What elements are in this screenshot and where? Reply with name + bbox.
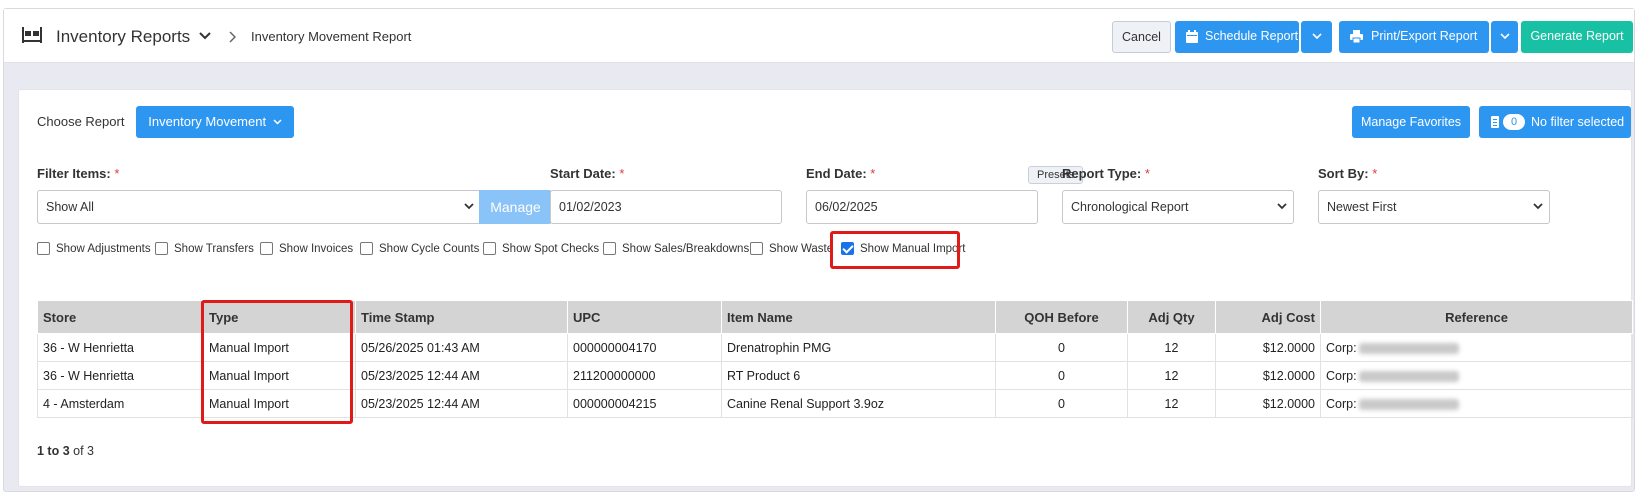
print-export-label: Print/Export Report: [1371, 29, 1478, 43]
chevron-down-icon: [273, 119, 282, 125]
chevron-right-icon: [229, 31, 236, 43]
generate-report-button[interactable]: Generate Report: [1521, 21, 1633, 53]
cell-qoh-before: 0: [995, 361, 1128, 390]
cell-reference: Corp:: [1320, 361, 1633, 390]
schedule-dropdown-button[interactable]: [1301, 21, 1332, 53]
column-header-time-stamp[interactable]: Time Stamp: [355, 300, 568, 334]
redacted-text: [1358, 398, 1459, 410]
report-card: Choose Report Inventory Movement Manage …: [18, 89, 1633, 487]
cell-item-name: RT Product 6: [721, 361, 996, 390]
redacted-text: [1358, 342, 1459, 354]
cell-item-name: Canine Renal Support 3.9oz: [721, 389, 996, 418]
cell-upc: 000000004215: [567, 389, 722, 418]
cell-time-stamp: 05/23/2025 12:44 AM: [355, 361, 568, 390]
checkbox-show-transfers[interactable]: Show Transfers: [155, 242, 254, 255]
cell-store: 4 - Amsterdam: [37, 389, 204, 418]
cell-qoh-before: 0: [995, 333, 1128, 362]
sort-by-select[interactable]: Newest First: [1318, 190, 1550, 224]
checkbox-show-invoices[interactable]: Show Invoices: [260, 242, 353, 255]
checkbox-box[interactable]: [37, 242, 50, 255]
report-select-label: Inventory Movement: [148, 114, 267, 129]
chevron-down-icon: [1277, 203, 1287, 210]
sort-by-label: Sort By: *: [1318, 166, 1378, 181]
checkbox-box[interactable]: [750, 242, 763, 255]
printer-icon: [1350, 30, 1363, 43]
choose-report-label: Choose Report: [37, 114, 125, 129]
app-frame: Inventory Reports Inventory Movement Rep…: [3, 8, 1635, 492]
cell-reference: Corp:: [1320, 333, 1633, 362]
chevron-down-icon: [1499, 33, 1510, 40]
inventory-icon: [22, 27, 42, 43]
manage-favorites-button[interactable]: Manage Favorites: [1352, 106, 1470, 138]
cell-upc: 000000004170: [567, 333, 722, 362]
filter-selection-button[interactable]: 0 No filter selected: [1479, 106, 1631, 138]
top-bar: Inventory Reports Inventory Movement Rep…: [4, 9, 1634, 63]
cell-adj-cost: $12.0000: [1215, 361, 1321, 390]
report-type-label: Report Type: *: [1062, 166, 1150, 181]
cell-time-stamp: 05/26/2025 01:43 AM: [355, 333, 568, 362]
cell-adj-qty: 12: [1127, 389, 1216, 418]
calendar-icon: [1186, 30, 1198, 43]
report-select-button[interactable]: Inventory Movement: [136, 106, 294, 138]
filter-status-text: No filter selected: [1531, 115, 1625, 129]
cell-upc: 211200000000: [567, 361, 722, 390]
checkbox-box[interactable]: [155, 242, 168, 255]
breadcrumb: Inventory Movement Report: [251, 29, 412, 44]
chevron-down-icon: [464, 203, 474, 210]
checkbox-box[interactable]: [603, 242, 616, 255]
redacted-text: [1358, 370, 1459, 382]
schedule-report-button[interactable]: Schedule Report: [1175, 21, 1299, 53]
cell-adj-qty: 12: [1127, 333, 1216, 362]
cell-adj-qty: 12: [1127, 361, 1216, 390]
list-icon: [1491, 116, 1499, 128]
column-header-adj-qty[interactable]: Adj Qty: [1127, 300, 1216, 334]
column-header-upc[interactable]: UPC: [567, 300, 722, 334]
cell-adj-cost: $12.0000: [1215, 389, 1321, 418]
column-header-item-name[interactable]: Item Name: [721, 300, 996, 334]
print-export-button[interactable]: Print/Export Report: [1339, 21, 1489, 53]
cell-time-stamp: 05/23/2025 12:44 AM: [355, 389, 568, 418]
cell-reference: Corp:: [1320, 389, 1633, 418]
checkbox-show-adjustments[interactable]: Show Adjustments: [37, 242, 151, 255]
column-header-store[interactable]: Store: [37, 300, 204, 334]
start-date-input[interactable]: 01/02/2023: [550, 190, 782, 224]
cell-item-name: Drenatrophin PMG: [721, 333, 996, 362]
cell-adj-cost: $12.0000: [1215, 333, 1321, 362]
end-date-input[interactable]: 06/02/2025: [806, 190, 1038, 224]
highlight-annotation-manual-import: [830, 231, 960, 269]
cell-store: 36 - W Henrietta: [37, 361, 204, 390]
report-type-select[interactable]: Chronological Report: [1062, 190, 1294, 224]
cell-store: 36 - W Henrietta: [37, 333, 204, 362]
checkbox-box[interactable]: [483, 242, 496, 255]
column-header-reference[interactable]: Reference: [1320, 300, 1633, 334]
start-date-label: Start Date: *: [550, 166, 625, 181]
column-header-qoh-before[interactable]: QOH Before: [995, 300, 1128, 334]
checkbox-box[interactable]: [360, 242, 373, 255]
column-header-adj-cost[interactable]: Adj Cost: [1215, 300, 1321, 334]
filter-items-select[interactable]: Show All: [37, 190, 481, 224]
cancel-button[interactable]: Cancel: [1112, 21, 1171, 53]
checkbox-show-waste[interactable]: Show Waste: [750, 242, 833, 255]
checkbox-show-sales-breakdowns[interactable]: Show Sales/Breakdowns: [603, 242, 749, 255]
chevron-down-icon[interactable]: [199, 31, 211, 41]
cell-qoh-before: 0: [995, 389, 1128, 418]
highlight-annotation-type-column: [201, 300, 353, 424]
end-date-label: End Date: *: [806, 166, 876, 181]
manage-button[interactable]: Manage: [479, 190, 552, 224]
print-dropdown-button[interactable]: [1491, 21, 1518, 53]
chevron-down-icon: [1533, 203, 1543, 210]
page-title: Inventory Reports: [56, 27, 191, 46]
filter-count-badge: 0: [1503, 114, 1525, 130]
schedule-report-label: Schedule Report: [1205, 29, 1299, 43]
filter-items-label: Filter Items: *: [37, 166, 120, 181]
pagination-info: 1 to 3 of 3: [37, 444, 94, 458]
chevron-down-icon: [1311, 33, 1322, 40]
checkbox-show-spot-checks[interactable]: Show Spot Checks: [483, 242, 599, 255]
checkbox-box[interactable]: [260, 242, 273, 255]
checkbox-show-cycle-counts[interactable]: Show Cycle Counts: [360, 242, 479, 255]
